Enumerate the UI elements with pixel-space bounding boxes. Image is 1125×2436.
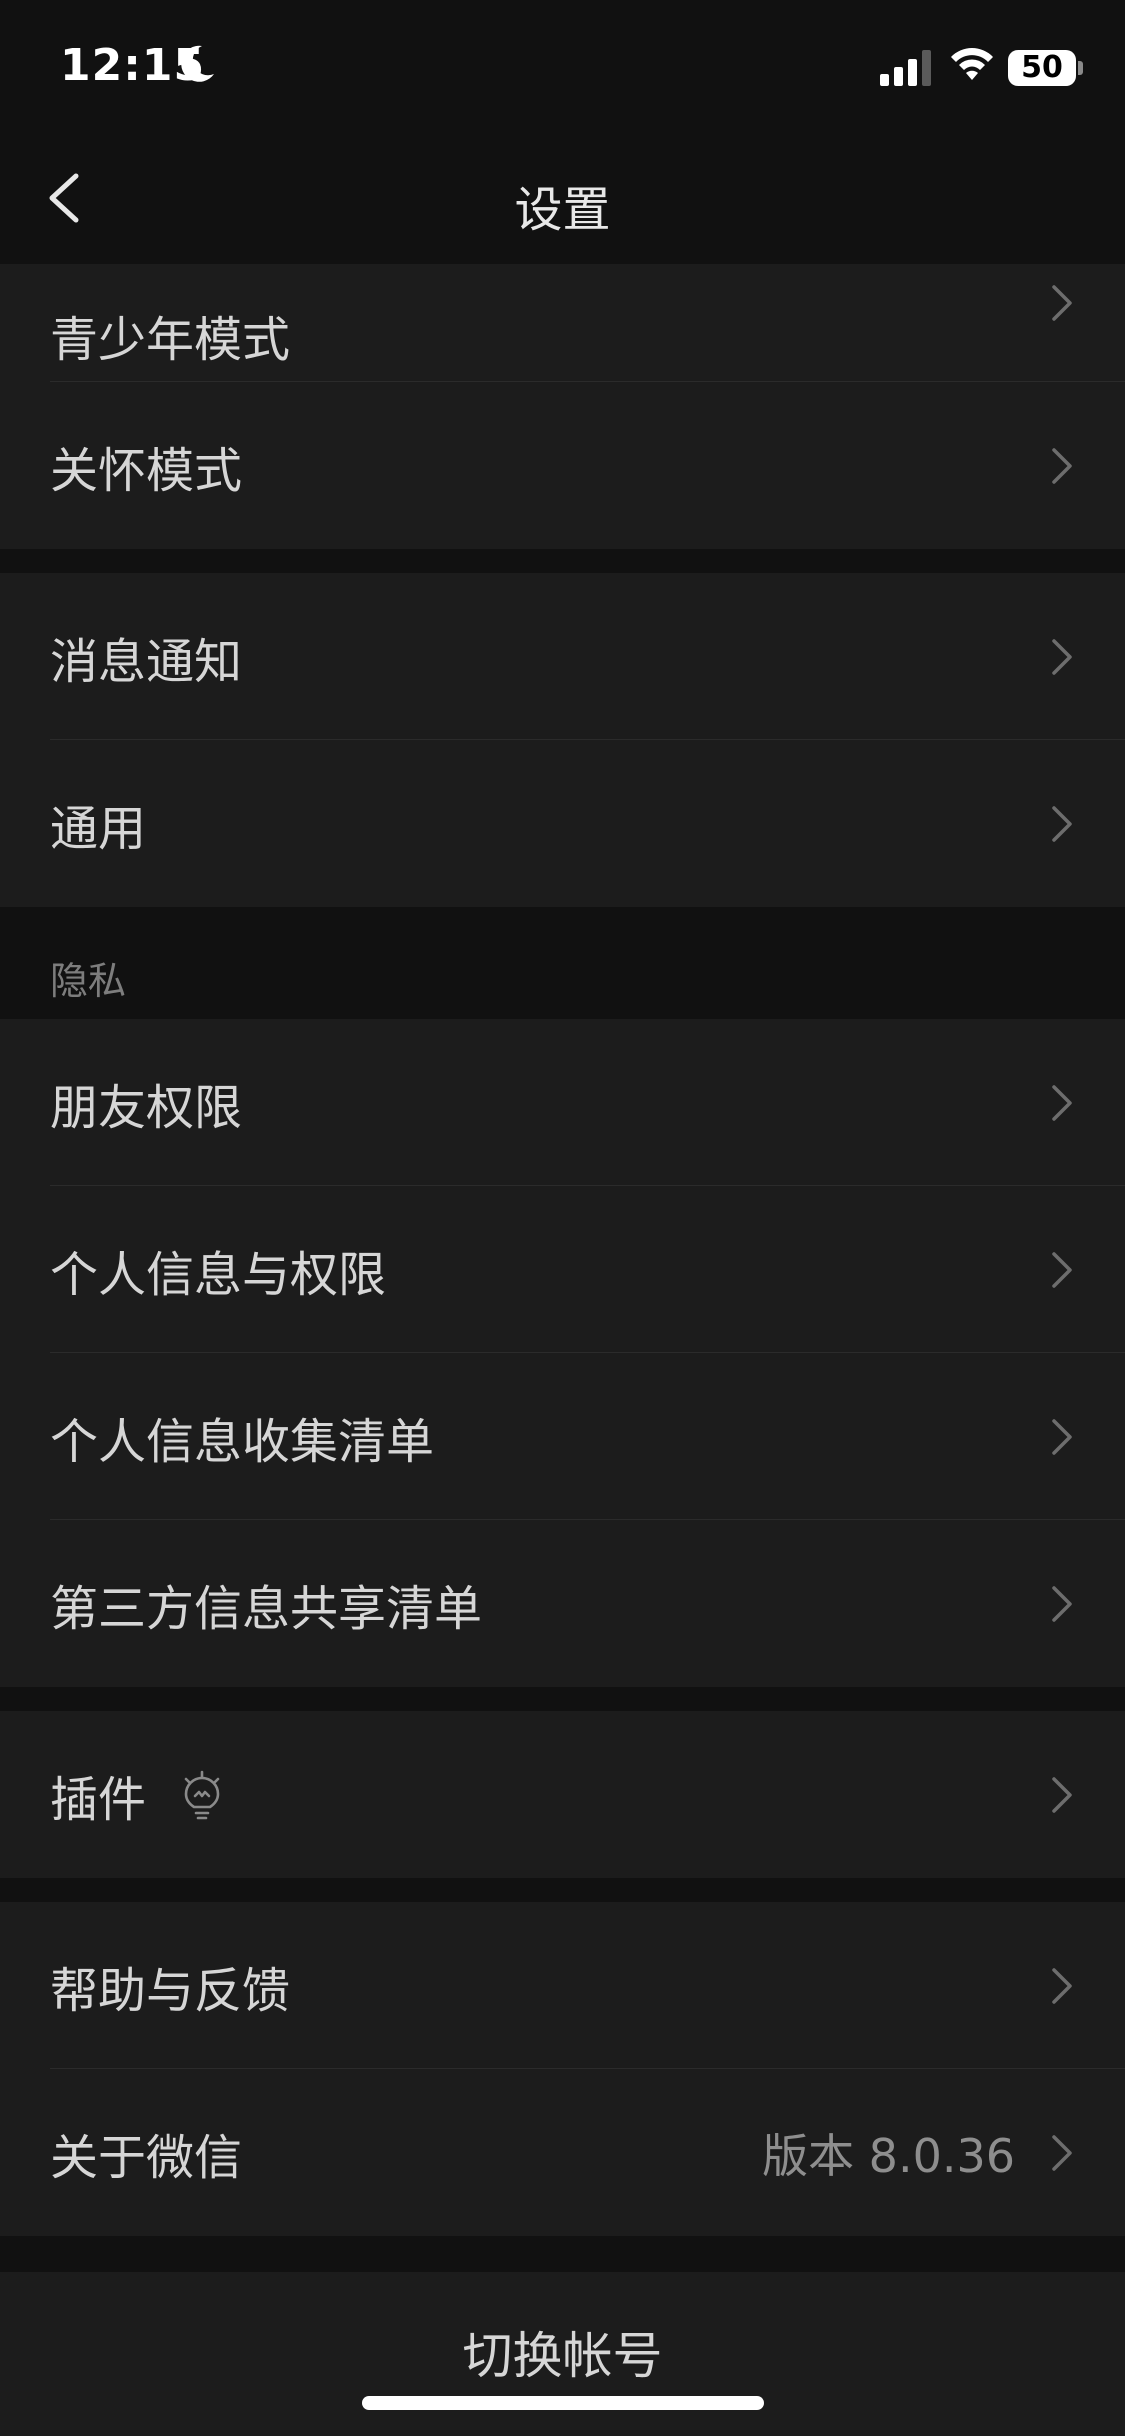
chevron-right-icon [1052, 805, 1072, 842]
row-help-feedback[interactable]: 帮助与反馈 [0, 1902, 1125, 2069]
group-modes: 青少年模式 关怀模式 [0, 264, 1125, 549]
section-gap [0, 1687, 1125, 1711]
section-gap [0, 549, 1125, 573]
row-about-wechat[interactable]: 关于微信 版本 8.0.36 [0, 2069, 1125, 2236]
battery-nub [1078, 61, 1083, 75]
row-label: 个人信息与权限 [50, 1246, 387, 1303]
switch-account-button[interactable]: 切换帐号 [0, 2272, 1125, 2436]
row-label: 关怀模式 [50, 442, 243, 499]
chevron-right-icon [1052, 447, 1072, 484]
cellular-signal-icon [880, 50, 931, 86]
chevron-right-icon [1052, 1585, 1072, 1622]
row-label: 青少年模式 [50, 312, 291, 368]
row-care-mode[interactable]: 关怀模式 [0, 382, 1125, 549]
chevron-right-icon [1052, 638, 1072, 675]
chevron-right-icon [1052, 1776, 1072, 1813]
group-about: 帮助与反馈 关于微信 版本 8.0.36 [0, 1902, 1125, 2236]
row-general[interactable]: 通用 [0, 740, 1125, 907]
row-teen-mode[interactable]: 青少年模式 [0, 264, 1125, 382]
section-header-privacy: 隐私 [0, 907, 1125, 1019]
group-privacy: 朋友权限 个人信息与权限 个人信息收集清单 第三方信息共享清单 [0, 1019, 1125, 1687]
row-label: 帮助与反馈 [50, 1962, 291, 2019]
row-notifications[interactable]: 消息通知 [0, 573, 1125, 740]
row-label: 插件 [50, 1771, 147, 1828]
group-general: 消息通知 通用 [0, 573, 1125, 907]
page-title: 设置 [514, 182, 611, 238]
row-label: 消息通知 [50, 633, 243, 690]
battery-indicator: 50 [1008, 50, 1076, 86]
chevron-right-icon [1052, 1084, 1072, 1121]
section-gap [0, 1878, 1125, 1902]
chevron-right-icon [1052, 1418, 1072, 1455]
version-value: 版本 8.0.36 [762, 2128, 1015, 2183]
home-indicator[interactable] [362, 2396, 764, 2410]
status-bar: 12:15 50 [0, 0, 1125, 132]
moon-icon [181, 45, 214, 82]
row-friend-permissions[interactable]: 朋友权限 [0, 1019, 1125, 1186]
row-plugins[interactable]: 插件 [0, 1711, 1125, 1878]
lightbulb-icon [184, 1770, 220, 1819]
row-personal-info-permissions[interactable]: 个人信息与权限 [0, 1186, 1125, 1353]
row-label: 第三方信息共享清单 [50, 1580, 483, 1637]
row-label: 关于微信 [50, 2129, 243, 2186]
chevron-right-icon [1052, 1967, 1072, 2004]
chevron-right-icon [1052, 2134, 1072, 2171]
chevron-right-icon [1052, 1251, 1072, 1288]
row-third-party-sharing[interactable]: 第三方信息共享清单 [0, 1520, 1125, 1687]
row-personal-info-collection[interactable]: 个人信息收集清单 [0, 1353, 1125, 1520]
chevron-right-icon [1052, 285, 1072, 321]
row-label: 通用 [50, 800, 147, 857]
row-label: 个人信息收集清单 [50, 1413, 435, 1470]
row-label: 朋友权限 [50, 1079, 243, 1136]
settings-list: 青少年模式 关怀模式 消息通知 通用 隐私 朋友权限 个人信息与权限 个人信息收… [0, 264, 1125, 2236]
wifi-icon [951, 48, 993, 80]
navigation-bar: 设置 [0, 132, 1125, 264]
switch-account-label: 切换帐号 [462, 2327, 663, 2385]
group-plugins: 插件 [0, 1711, 1125, 1878]
section-header-label: 隐私 [50, 959, 127, 1003]
